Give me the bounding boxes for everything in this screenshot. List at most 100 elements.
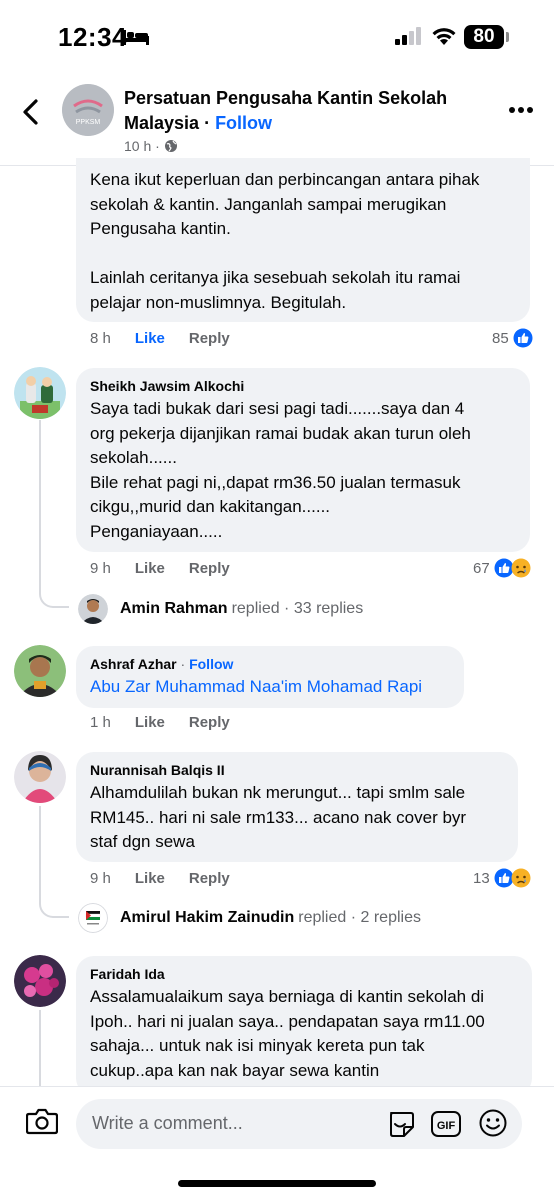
sticker-icon[interactable] [386,1109,416,1139]
post-meta: 10 h · [124,138,178,154]
replies-summary[interactable]: Amirul Hakim Zainudin replied · 2 replie… [78,903,421,933]
mention-link[interactable]: Abu Zar Muhammad Naa'im Mohamad Rapi [90,675,450,700]
comment-bubble[interactable]: Sheikh Jawsim Alkochi Saya tadi bukak da… [76,368,530,552]
comment-author[interactable]: Faridah Ida [90,965,518,983]
comment-author[interactable]: Nurannisah Balqis II [90,761,504,779]
sad-reaction-icon [511,558,531,578]
avatar[interactable] [14,645,66,697]
avatar[interactable] [14,751,66,803]
globe-icon [164,140,177,152]
comment-actions: 8 h Like Reply [90,330,254,347]
like-button[interactable]: Like [135,560,165,577]
avatar-image [78,594,108,624]
bed-icon [123,30,149,45]
comment-input[interactable]: Write a comment... GIF [76,1099,522,1149]
home-indicator[interactable] [178,1180,376,1187]
comment-actions: 9 h Like Reply [90,870,254,887]
thread-line [39,806,69,918]
page-name-text[interactable]: Persatuan Pengusaha Kantin Sekolah Malay… [124,88,447,133]
separator: · [199,113,216,133]
page-avatar[interactable]: PPKSM [62,84,114,136]
reply-button[interactable]: Reply [189,330,230,347]
like-button[interactable]: Like [135,330,165,347]
avatar-image [78,903,108,933]
emoji-icon[interactable] [478,1108,508,1138]
svg-text:PPKSM: PPKSM [76,119,101,126]
camera-icon[interactable] [26,1107,58,1135]
avatar-image [14,751,66,803]
status-time: 12:34 [58,22,127,52]
like-button[interactable]: Like [135,714,165,731]
comment-line: Saya tadi bukak dari sesi pagi tadi.....… [90,399,465,418]
comment-line: Penganiayaan..... [90,521,223,541]
comment-line: sekolah & kantin. Janganlah sampai merug… [90,194,447,214]
replier-name: Amirul Hakim Zainudin [120,909,295,926]
replies-count: replied · 2 replies [298,909,421,926]
comment-line [90,242,516,267]
like-reaction-icon [513,328,533,348]
avatar [78,903,108,933]
avatar[interactable] [14,955,66,1007]
comment-text: Saya tadi bukak dari sesi pagi tadi.....… [90,397,516,544]
reaction-summary[interactable]: 67 [473,558,531,578]
comment-author: Ashraf Azhar · Follow [90,655,450,673]
comment-line: Kena ikut keperluan dan perbincangan ant… [90,170,480,189]
avatar-image [14,645,66,697]
follow-button[interactable]: Follow [215,113,272,133]
more-icon[interactable] [508,106,534,114]
comment-line: cukup..apa kan nak bayar sewa kantin [90,1060,380,1080]
post-time: 10 h [124,138,152,154]
replier-name: Amin Rahman [120,600,228,617]
comment-line: Pengusaha kantin. [90,219,231,238]
comment-author[interactable]: Sheikh Jawsim Alkochi [90,377,516,395]
wifi-icon [432,28,456,45]
sad-reaction-icon [511,868,531,888]
comment-bubble[interactable]: Kena ikut keperluan dan perbincangan ant… [76,158,530,322]
reaction-summary[interactable]: 85 [492,328,533,348]
avatar[interactable] [14,367,66,419]
reply-button[interactable]: Reply [189,714,230,731]
comment-time: 8 h [90,330,111,347]
reaction-count: 13 [473,869,490,887]
avatar-image [14,955,66,1007]
comment-time: 1 h [90,714,111,731]
comment-line: org pekerja dijanjikan ramai budak akan … [90,423,471,443]
reply-button[interactable]: Reply [189,870,230,887]
author-name[interactable]: Ashraf Azhar [90,656,177,672]
avatar [78,594,108,624]
gif-icon[interactable]: GIF [430,1109,462,1139]
separator: · [176,656,190,672]
battery-indicator: 80 [464,25,504,49]
comment-text: Kena ikut keperluan dan perbincangan ant… [90,168,516,315]
comment-actions: 9 h Like Reply [90,560,254,577]
comment-bubble[interactable]: Ashraf Azhar · Follow Abu Zar Muhammad N… [76,646,464,708]
comment-placeholder: Write a comment... [92,1113,243,1133]
comment-line: Alhamdulilah bukan nk merungut... tapi s… [90,783,466,802]
follow-button[interactable]: Follow [189,656,233,672]
page-logo-icon: PPKSM [62,84,114,136]
comment-actions: 1 h Like Reply [90,714,254,731]
comment-bubble[interactable]: Nurannisah Balqis II Alhamdulilah bukan … [76,752,518,862]
avatar-image [14,367,66,419]
comment-text: Assalamualaikum saya berniaga di kantin … [90,985,518,1083]
thread-line [39,420,69,608]
page-title[interactable]: Persatuan Pengusaha Kantin Sekolah Malay… [124,86,464,136]
comment-line: cikgu,,murid dan kakitangan...... [90,497,331,516]
replies-summary[interactable]: Amin Rahman replied · 33 replies [78,594,363,624]
back-icon[interactable] [18,96,44,128]
comment-line: staf dgn sewa [90,832,195,851]
like-button[interactable]: Like [135,870,165,887]
reaction-summary[interactable]: 13 [473,868,531,888]
comment-line: sahaja... untuk nak isi minyak kereta pu… [90,1036,425,1055]
comment-time: 9 h [90,870,111,887]
reply-button[interactable]: Reply [189,560,230,577]
comment-line: Bile rehat pagi ni,,dapat rm36.50 jualan… [90,472,461,492]
comment-text: Alhamdulilah bukan nk merungut... tapi s… [90,781,504,855]
signal-icon [395,27,421,45]
comment-line: Ipoh.. hari ni jualan saya.. pendapatan … [90,1011,485,1031]
status-bar: 12:34 80 [0,0,554,74]
replies-count: replied · 33 replies [231,600,364,617]
comment-line: pelajar non-muslimnya. Begitulah. [90,292,347,312]
post-header: PPKSM Persatuan Pengusaha Kantin Sekolah… [0,74,554,166]
comment-bubble[interactable]: Faridah Ida Assalamualaikum saya berniag… [76,956,532,1096]
